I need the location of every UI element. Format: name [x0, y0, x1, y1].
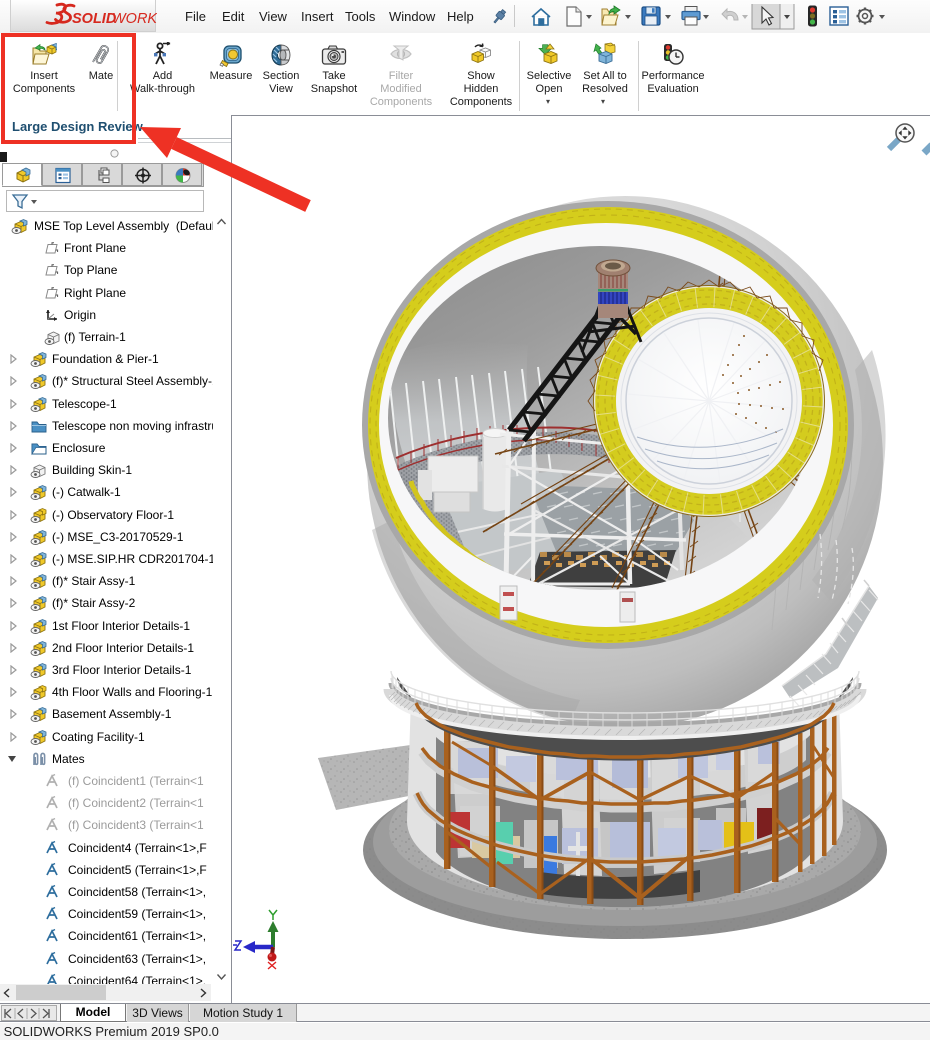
svg-text:WORKS: WORKS [112, 11, 157, 27]
svg-text:SOLID: SOLID [72, 11, 117, 27]
